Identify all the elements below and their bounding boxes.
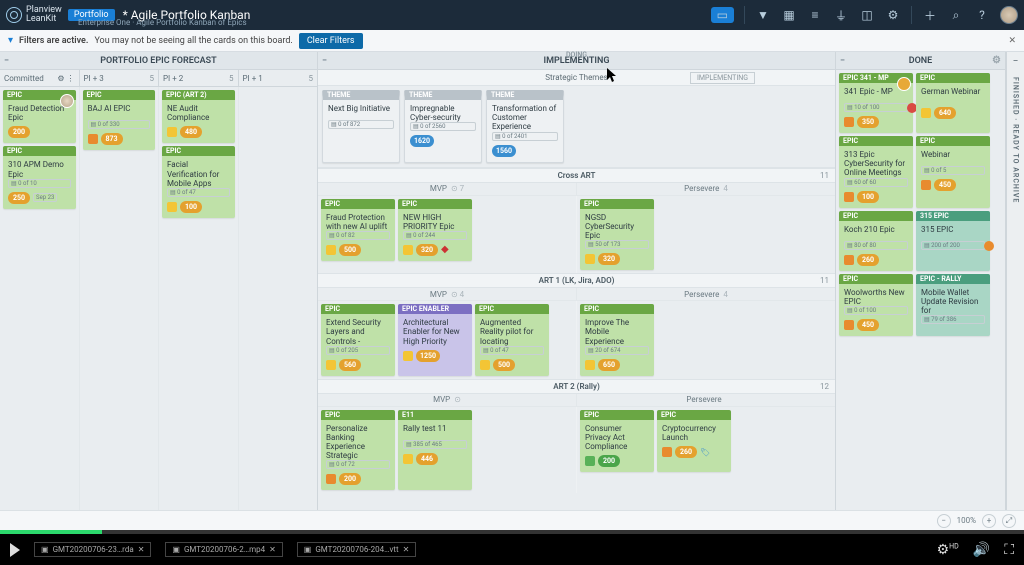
collapse-icon[interactable]: −	[4, 56, 9, 66]
epic-card[interactable]: EPIC - RALLYMobile Wallet Update Revisio…	[916, 274, 990, 336]
sublane-pi2[interactable]: PI + 25	[159, 70, 239, 86]
epic-card[interactable]: EPICFraud Detection Epic200	[3, 90, 76, 143]
epic-card[interactable]: EPICKoch 210 Epic▤ 80 of 80260	[839, 211, 913, 271]
collapse-icon[interactable]: −	[322, 56, 327, 66]
play-icon[interactable]	[10, 543, 20, 557]
swimlane-header[interactable]: ART 2 (Rally)12	[318, 379, 835, 394]
epic-card[interactable]: EPICNGSD CyberSecurity Epic▤ 50 of 17332…	[580, 199, 654, 271]
video-player: ▣ GMT20200706-23…rda ✕ ▣ GMT20200706-2…m…	[0, 530, 1024, 565]
brand-line2: LeanKit	[26, 14, 56, 24]
epic-card[interactable]: EPICImprove The Mobile Experience▤ 20 of…	[580, 304, 654, 376]
board-layout-icon[interactable]: ▦	[781, 7, 797, 23]
theme-card[interactable]: THEMEImpregnable Cyber-security▤ 0 of 25…	[404, 90, 482, 163]
finished-strip: − FINISHED · READY TO ARCHIVE	[1006, 52, 1024, 510]
gear-icon[interactable]: ⚙	[992, 55, 1001, 66]
analytics-icon[interactable]: ◫	[859, 7, 875, 23]
lane-implementing: − DOING IMPLEMENTING Strategic Themes IM…	[318, 52, 836, 510]
card-count-icon[interactable]: ▭	[711, 7, 734, 23]
epic-card[interactable]: EPIC ENABLERArchitectural Enabler for Ne…	[398, 304, 472, 376]
epic-card[interactable]: 315 EPIC315 EPIC▤ 200 of 200	[916, 211, 990, 271]
epic-card[interactable]: EPICFraud Protection with new AI uplift▤…	[321, 199, 395, 261]
themes-row: THEMENext Big Initiative▤ 0 of 872THEMEI…	[318, 86, 835, 168]
sublane-committed[interactable]: Committed⚙ ⋮	[0, 70, 80, 86]
list-icon[interactable]: ≡	[807, 7, 823, 23]
settings-icon[interactable]: ⚙HD	[937, 542, 959, 558]
epic-card[interactable]: EPICFacial Verification for Mobile Apps▤…	[162, 146, 235, 218]
collapse-icon[interactable]: −	[840, 56, 845, 66]
file-tab[interactable]: ▣ GMT20200706-204…vtt ✕	[297, 542, 417, 557]
fullscreen-icon[interactable]: ⛶	[1004, 542, 1014, 558]
funnel-icon: ▾	[8, 35, 13, 46]
volume-icon[interactable]: 🔊	[973, 542, 990, 558]
clear-filters-button[interactable]: Clear Filters	[299, 33, 363, 49]
filter-active-label: Filters are active.	[19, 36, 88, 46]
file-tab[interactable]: ▣ GMT20200706-23…rda ✕	[34, 542, 151, 557]
epic-card[interactable]: EPIC313 Epic CyberSecurity for Online Me…	[839, 136, 913, 208]
themes-title: Strategic Themes	[545, 73, 607, 82]
nav-icons: ▭ ▼ ▦ ≡ ⏚ ◫ ⚙ ＋ ⌕ ?	[711, 6, 1018, 24]
close-filterbar-icon[interactable]: ✕	[1008, 36, 1016, 46]
brand-logo-icon	[6, 7, 22, 23]
sublane-pi3[interactable]: PI + 35	[80, 70, 160, 86]
col-pi2: EPIC (ART 2)NE Audit Compliance480EPICFa…	[159, 87, 239, 510]
settings-icon[interactable]: ⚙	[885, 7, 901, 23]
filter-icon[interactable]: ▼	[755, 7, 771, 23]
epic-card[interactable]: EPICAugmented Reality pilot for locating…	[475, 304, 549, 376]
themes-tab[interactable]: IMPLEMENTING	[690, 72, 755, 84]
brand: Planview LeanKit	[6, 6, 62, 24]
help-icon[interactable]: ?	[974, 7, 990, 23]
collapse-icon[interactable]: −	[1013, 56, 1019, 67]
theme-card[interactable]: THEMETransformation of Customer Experien…	[486, 90, 564, 163]
doing-label: DOING	[566, 51, 587, 59]
lane-forecast-title: PORTFOLIO EPIC FORECAST	[100, 56, 216, 66]
filter-msg: You may not be seeing all the cards on t…	[94, 36, 292, 46]
lane-done-title: DONE	[909, 56, 933, 66]
zoom-fit-icon[interactable]: ⤢	[1002, 514, 1016, 528]
file-tab[interactable]: ▣ GMT20200706-2…mp4 ✕	[165, 542, 282, 557]
lane-done-header: − DONE ⚙ +	[836, 52, 1005, 70]
theme-card[interactable]: THEMENext Big Initiative▤ 0 of 872	[322, 90, 400, 163]
col-pi3: EPICBAJ AI EPIC▤ 0 of 330873	[80, 87, 160, 510]
epic-card[interactable]: EPICExtend Security Layers and Controls …	[321, 304, 395, 376]
lane-forecast-header: − PORTFOLIO EPIC FORECAST	[0, 52, 317, 70]
zoom-pct: 100%	[957, 516, 976, 525]
epic-card[interactable]: EPICPersonalize Banking Experience Strat…	[321, 410, 395, 491]
epic-card[interactable]: EPICCryptocurrency Launch260🏷	[657, 410, 731, 473]
top-nav: Planview LeanKit Portfolio * Agile Portf…	[0, 0, 1024, 30]
lane-implementing-header: − DOING IMPLEMENTING	[318, 52, 835, 70]
epic-card[interactable]: EPICNEW HIGH PRIORITY Epic▤ 0 of 244320◆	[398, 199, 472, 261]
epic-card[interactable]: EPIC 341 - MP341 Epic - MP▤ 10 of 100350	[839, 73, 913, 133]
epic-card[interactable]: EPICGerman Webinar640	[916, 73, 990, 133]
zoom-out-icon[interactable]: −	[937, 514, 951, 528]
user-avatar[interactable]	[1000, 6, 1018, 24]
chart-icon[interactable]: ⏚	[833, 7, 849, 23]
epic-card[interactable]: EPIC310 APM Demo Epic▤ 0 of 10250Sep 23	[3, 146, 76, 208]
board-subtitle: Enterprise One · Agile Portfolio Kanban …	[78, 18, 247, 27]
col-pi1	[239, 87, 318, 510]
themes-header: Strategic Themes IMPLEMENTING	[318, 70, 835, 86]
kanban-board: − PORTFOLIO EPIC FORECAST Committed⚙ ⋮ P…	[0, 52, 1006, 510]
lane-forecast: − PORTFOLIO EPIC FORECAST Committed⚙ ⋮ P…	[0, 52, 318, 510]
epic-card[interactable]: EPIC (ART 2)NE Audit Compliance480	[162, 90, 235, 143]
sublane-pi1[interactable]: PI + 15	[239, 70, 318, 86]
filter-bar: ▾ Filters are active. You may not be see…	[0, 30, 1024, 52]
col-committed: EPICFraud Detection Epic200EPIC310 APM D…	[0, 87, 80, 510]
zoom-in-icon[interactable]: +	[982, 514, 996, 528]
search-icon[interactable]: ⌕	[948, 7, 964, 23]
epic-card[interactable]: E11Rally test 11▤ 385 of 465446	[398, 410, 472, 491]
epic-card[interactable]: EPICConsumer Privacy Act Compliance200	[580, 410, 654, 473]
zoom-bar: − 100% + ⤢	[0, 510, 1024, 530]
swimlane-header[interactable]: ART 1 (LK, Jira, ADO)11	[318, 273, 835, 288]
progress-bar[interactable]	[0, 530, 1024, 534]
epic-card[interactable]: EPICWoolworths New EPIC▤ 0 of 100450	[839, 274, 913, 336]
epic-card[interactable]: EPICWebinar▤ 0 of 5450	[916, 136, 990, 208]
finished-label: FINISHED · READY TO ARCHIVE	[1012, 77, 1020, 203]
swimlane-header[interactable]: Cross ART11	[318, 168, 835, 183]
add-icon[interactable]: ＋	[922, 7, 938, 23]
lane-done: − DONE ⚙ + EPIC 341 - MP341 Epic - MP▤ 1…	[836, 52, 1006, 510]
epic-card[interactable]: EPICBAJ AI EPIC▤ 0 of 330873	[83, 90, 156, 150]
done-column: EPIC 341 - MP341 Epic - MP▤ 10 of 100350…	[836, 70, 1005, 339]
